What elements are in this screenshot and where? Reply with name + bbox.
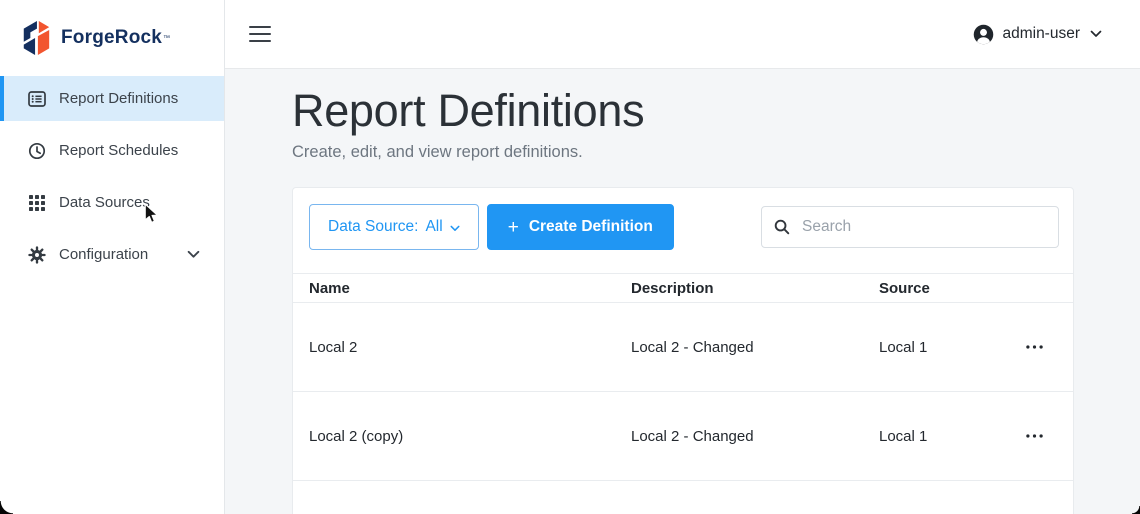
table-row[interactable]: Local 2 Local 2 - Changed Local 1 (293, 303, 1073, 392)
brand-name: ForgeRock (61, 27, 162, 49)
chevron-down-icon (450, 225, 460, 232)
main-content: Report Definitions Create, edit, and vie… (225, 69, 1140, 514)
cell-source: Local 1 (879, 339, 1009, 356)
plus-icon: + (508, 218, 519, 237)
report-definitions-card: Data Source: All + Create Definition (292, 187, 1074, 514)
sidebar-item-report-definitions[interactable]: Report Definitions (0, 76, 224, 121)
column-header-description: Description (631, 280, 879, 297)
brand: ForgeRock ™ (0, 0, 224, 76)
sidebar-item-label: Data Sources (59, 194, 150, 211)
sidebar-item-label: Report Definitions (59, 90, 178, 107)
row-actions-ellipsis-button[interactable] (1020, 339, 1049, 355)
app-root: ForgeRock ™ Report Definitions (0, 0, 1140, 514)
search-box (761, 206, 1059, 248)
chevron-down-icon (187, 250, 200, 259)
create-definition-label: Create Definition (529, 218, 653, 236)
sidebar-item-label: Configuration (59, 246, 148, 263)
user-avatar-icon (973, 24, 994, 45)
card-toolbar: Data Source: All + Create Definition (293, 188, 1073, 273)
cell-source: Local 1 (879, 428, 1009, 445)
user-menu[interactable]: admin-user (973, 24, 1102, 45)
column-header-name: Name (309, 280, 631, 297)
data-source-filter-dropdown[interactable]: Data Source: All (309, 204, 479, 250)
page-title: Report Definitions (292, 85, 1140, 137)
search-icon (774, 219, 790, 235)
search-input[interactable] (802, 218, 1046, 236)
topbar: admin-user (225, 0, 1140, 69)
chevron-down-icon (1090, 30, 1102, 38)
screen-corner-artifact (0, 501, 13, 514)
table-row[interactable]: Local 2 (copy) Local 2 - Changed Local 1 (293, 392, 1073, 481)
forgerock-logo-icon (20, 20, 52, 56)
create-definition-button[interactable]: + Create Definition (487, 204, 674, 250)
sidebar-item-label: Report Schedules (59, 142, 178, 159)
content-column: admin-user Report Definitions Create, ed… (225, 0, 1140, 514)
list-alt-icon (28, 90, 46, 108)
brand-trademark: ™ (163, 35, 170, 42)
sidebar-item-data-sources[interactable]: Data Sources (0, 180, 224, 225)
user-menu-label: admin-user (1002, 25, 1080, 43)
cell-name: Local 2 (copy) (309, 428, 631, 445)
gear-icon (28, 246, 46, 264)
cell-description: Local 2 - Changed (631, 339, 879, 356)
sidebar-item-configuration[interactable]: Configuration (0, 232, 224, 277)
sidebar: ForgeRock ™ Report Definitions (0, 0, 225, 514)
row-actions-ellipsis-button[interactable] (1020, 428, 1049, 444)
filter-value: All (425, 218, 442, 236)
cell-name: Local 2 (309, 339, 631, 356)
hamburger-menu-icon[interactable] (249, 26, 271, 42)
column-header-source: Source (879, 280, 1009, 297)
table-header: Name Description Source (293, 273, 1073, 303)
page-subtitle: Create, edit, and view report definition… (292, 143, 1140, 162)
cell-description: Local 2 - Changed (631, 428, 879, 445)
grid-icon (28, 194, 46, 212)
filter-label: Data Source: (328, 218, 418, 236)
screen-corner-artifact (1132, 506, 1140, 514)
sidebar-item-report-schedules[interactable]: Report Schedules (0, 128, 224, 173)
clock-icon (28, 142, 46, 160)
sidebar-nav: Report Definitions Report Schedules (0, 76, 224, 277)
